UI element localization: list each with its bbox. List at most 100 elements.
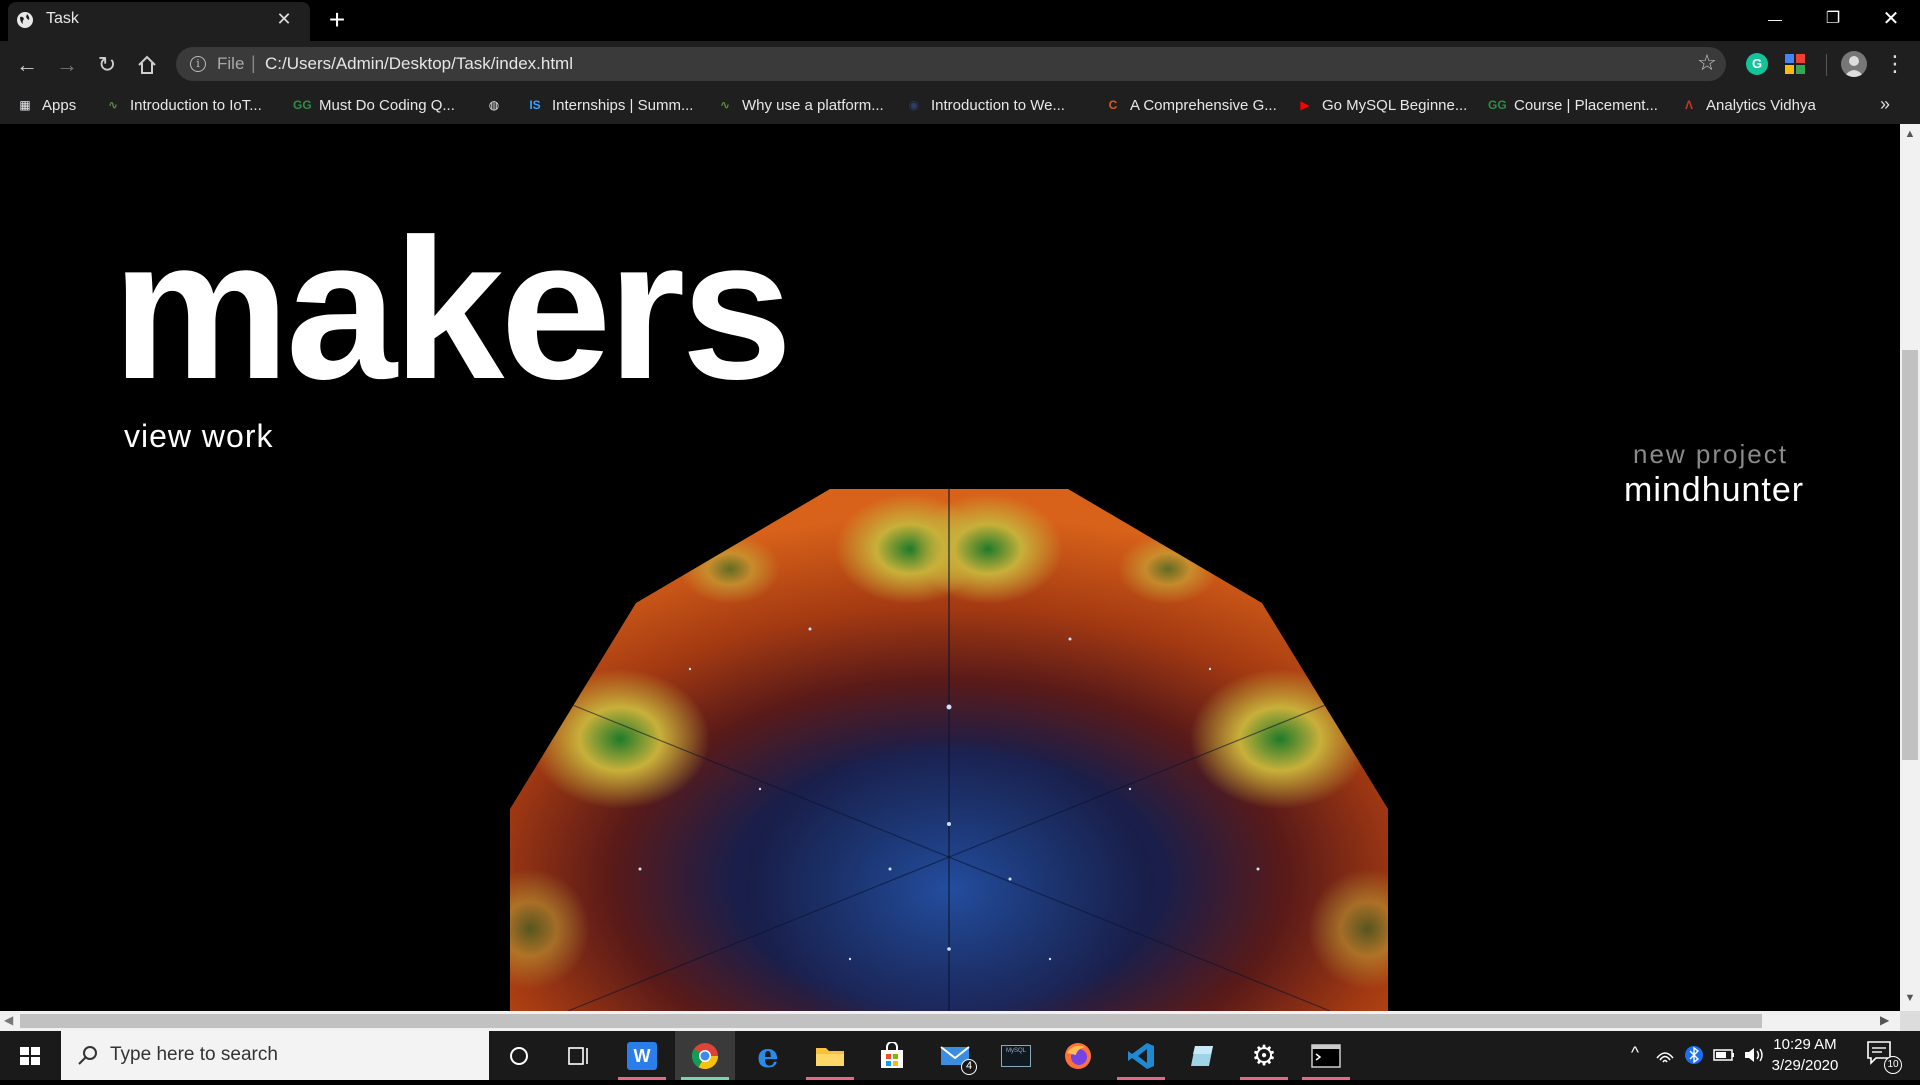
folder-icon — [816, 1047, 844, 1066]
search-icon — [78, 1046, 97, 1065]
bookmark-label: Internships | Summ... — [552, 96, 694, 114]
bookmark-label: Go MySQL Beginne... — [1322, 96, 1468, 114]
taskbar-clock[interactable]: 10:29 AM 3/29/2020 — [1760, 1034, 1850, 1076]
taskbar-app-notes[interactable] — [1173, 1031, 1233, 1080]
store-bag-icon — [881, 1041, 903, 1068]
bookmark-star-icon[interactable]: ☆ — [1694, 50, 1720, 76]
action-center-button[interactable]: 10 — [1866, 1040, 1902, 1074]
grammarly-extension-icon[interactable]: G — [1746, 53, 1768, 75]
bookmark-label: Why use a platform... — [742, 96, 884, 114]
scrollbar-corner — [1900, 1011, 1920, 1031]
bookmark-label: Analytics Vidhya — [1706, 96, 1816, 114]
taskbar-app-terminal[interactable] — [1296, 1031, 1356, 1080]
youtube-icon: ▶ — [1300, 98, 1310, 112]
taskbar-app-edge[interactable]: e — [738, 1031, 798, 1080]
waveform-icon: ∿ — [719, 98, 731, 112]
home-icon[interactable] — [136, 54, 158, 76]
info-icon[interactable]: i — [190, 56, 206, 72]
url-text[interactable]: C:/Users/Admin/Desktop/Task/index.html — [265, 54, 573, 74]
internshala-icon: IS — [529, 98, 541, 112]
scroll-right-arrow-icon[interactable]: ▶ — [1880, 1013, 1889, 1027]
taskbar-app-firefox[interactable] — [1048, 1031, 1108, 1080]
task-view-button[interactable] — [549, 1031, 609, 1080]
vertical-scrollbar-thumb[interactable] — [1902, 350, 1918, 760]
project-name-link[interactable]: mindhunter — [1624, 471, 1804, 510]
bookmark-label: Introduction to We... — [931, 96, 1065, 114]
geeksforgeeks-icon: GG — [1488, 98, 1507, 112]
waveform-icon: ∿ — [107, 98, 119, 112]
view-work-link[interactable]: view work — [124, 418, 273, 455]
mysql-workbench-icon: MySQL — [1001, 1044, 1031, 1067]
taskbar-app-chrome[interactable] — [675, 1031, 735, 1080]
new-tab-button[interactable]: + — [322, 6, 352, 36]
start-button[interactable] — [0, 1031, 60, 1080]
vscode-icon — [1128, 1042, 1154, 1069]
browser-menu-icon[interactable]: ⋮ — [1884, 50, 1906, 78]
edge-icon: e — [757, 1035, 779, 1076]
tab-close-button[interactable]: ✕ — [273, 8, 295, 30]
show-hidden-icons-chevron-icon[interactable]: ^ — [1622, 1043, 1648, 1067]
clock-date: 3/29/2020 — [1771, 1057, 1839, 1074]
scroll-down-arrow-icon[interactable]: ▼ — [1900, 992, 1920, 1008]
bookmark-label: Course | Placement... — [1514, 96, 1658, 114]
chrome-icon — [691, 1042, 719, 1069]
back-button[interactable]: ← — [12, 50, 42, 80]
cortana-button[interactable] — [489, 1031, 549, 1080]
notes-icon — [1191, 1045, 1213, 1066]
restore-button[interactable]: ❐ — [1804, 0, 1862, 40]
bookmark-item[interactable]: C A Comprehensive G... — [1104, 94, 1277, 116]
command-prompt-icon — [1311, 1043, 1341, 1068]
tab-title: Task — [46, 10, 79, 27]
url-separator: | — [251, 53, 256, 73]
taskbar-app-settings[interactable]: ⚙ — [1234, 1031, 1294, 1080]
bookmark-item[interactable]: ◍ — [485, 94, 503, 116]
cortana-icon — [510, 1046, 528, 1065]
globe-icon — [17, 12, 33, 28]
taskbar-app-store[interactable] — [862, 1031, 922, 1080]
geeksforgeeks-icon: GG — [293, 98, 312, 112]
url-scheme: File — [217, 54, 245, 73]
task-view-icon — [568, 1046, 588, 1065]
taskbar-app-mysql[interactable]: MySQL — [986, 1031, 1046, 1080]
forward-button[interactable]: → — [52, 50, 82, 80]
taskbar-app-file-explorer[interactable] — [800, 1031, 860, 1080]
circle-c-icon: C — [1108, 98, 1118, 112]
windows-logo-icon — [20, 1047, 40, 1065]
bookmark-item[interactable]: ▶ Go MySQL Beginne... — [1296, 94, 1467, 116]
reload-button[interactable]: ↻ — [92, 50, 122, 80]
bookmark-label: Must Do Coding Q... — [319, 96, 455, 114]
taskbar-search-placeholder: Type here to search — [110, 1044, 278, 1065]
scroll-up-arrow-icon[interactable]: ▲ — [1900, 128, 1920, 144]
bookmark-item[interactable]: ▦ Apps — [16, 94, 76, 116]
new-project-label: new project — [1633, 439, 1788, 469]
taskbar-app-mail[interactable]: 4 — [925, 1031, 985, 1080]
bookmark-item[interactable]: ◉ Introduction to We... — [905, 94, 1065, 116]
wps-writer-icon: W — [627, 1041, 657, 1070]
bookmark-label: Introduction to IoT... — [130, 96, 262, 114]
taskbar-app-wps[interactable]: W — [612, 1031, 672, 1080]
bookmark-item[interactable]: ∿ Introduction to IoT... — [104, 94, 262, 116]
bookmark-item[interactable]: GG Must Do Coding Q... — [293, 94, 455, 116]
extension-icon[interactable] — [1784, 53, 1806, 75]
bookmark-item[interactable]: Λ Analytics Vidhya — [1680, 94, 1816, 116]
toolbar-divider — [1826, 54, 1827, 76]
gear-icon: ⚙ — [1251, 1039, 1277, 1071]
apps-grid-icon: ▦ — [19, 98, 31, 112]
hero-title: makers — [112, 198, 793, 421]
bluetooth-icon[interactable] — [1684, 1044, 1704, 1066]
taskbar-app-vscode[interactable] — [1111, 1031, 1171, 1080]
horizontal-scrollbar-thumb[interactable] — [20, 1014, 1762, 1028]
window-close-button[interactable]: ✕ — [1862, 0, 1920, 40]
profile-avatar[interactable] — [1841, 51, 1867, 77]
mail-badge: 4 — [961, 1059, 977, 1075]
bookmark-item[interactable]: GG Course | Placement... — [1488, 94, 1658, 116]
battery-icon[interactable] — [1712, 1046, 1736, 1064]
minimize-button[interactable]: — — [1746, 0, 1804, 40]
notification-count-badge: 10 — [1884, 1056, 1902, 1074]
scroll-left-arrow-icon[interactable]: ◀ — [4, 1013, 13, 1027]
clock-time: 10:29 AM — [1773, 1036, 1837, 1053]
bookmark-item[interactable]: ∿ Why use a platform... — [716, 94, 884, 116]
bookmark-item[interactable]: IS Internships | Summ... — [526, 94, 693, 116]
wifi-icon[interactable] — [1654, 1044, 1676, 1066]
bookmarks-overflow-button[interactable]: » — [1880, 94, 1890, 115]
